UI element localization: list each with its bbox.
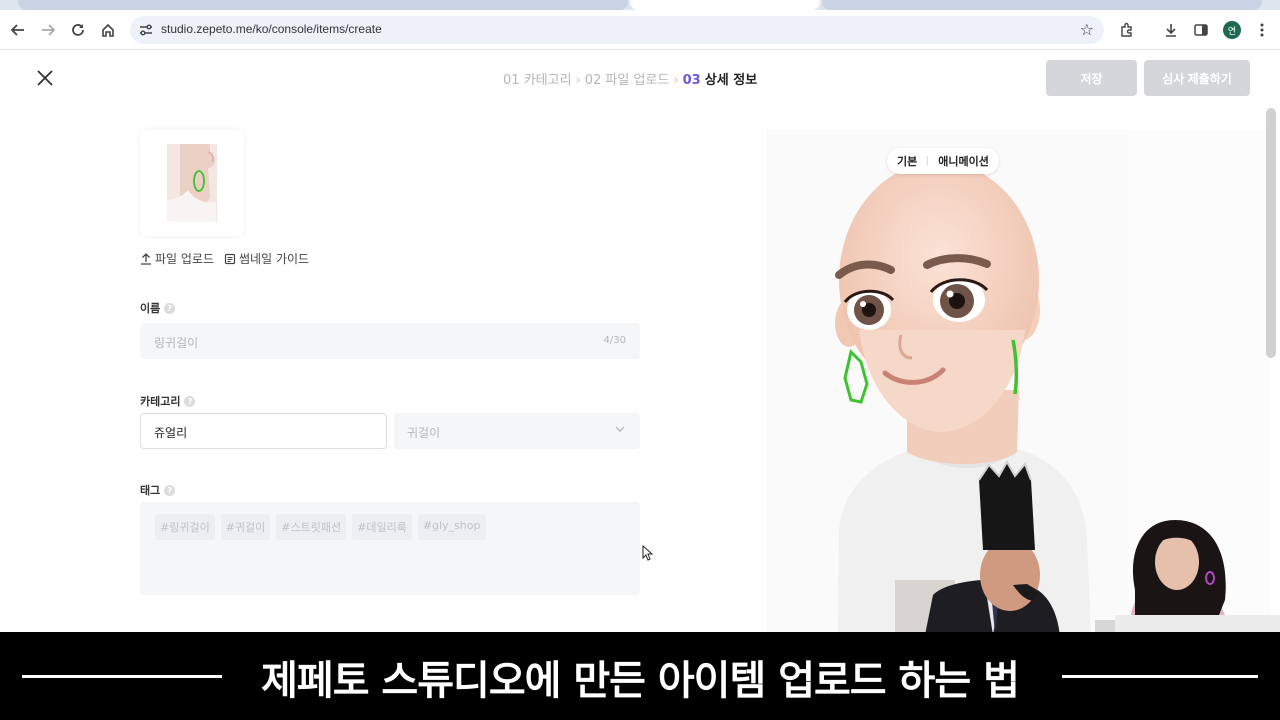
document-icon xyxy=(224,253,236,264)
mode-basic-tab[interactable]: 기본 xyxy=(897,153,917,169)
subcategory-select[interactable]: 귀걸이 xyxy=(394,413,640,449)
mouse-cursor-icon xyxy=(642,545,654,561)
site-settings-icon[interactable] xyxy=(138,22,154,38)
thumbnail-actions: 파일 업로드 썸네일 가이드 xyxy=(140,250,309,267)
name-label: 이름? xyxy=(140,300,176,316)
step-2[interactable]: 02 파일 업로드 xyxy=(585,73,670,88)
download-icon[interactable] xyxy=(1159,18,1183,42)
step-3-current: 03 상세 정보 xyxy=(682,73,758,88)
address-bar[interactable]: studio.zepeto.me/ko/console/items/create… xyxy=(130,16,1104,44)
help-icon[interactable]: ? xyxy=(164,484,176,496)
name-char-counter: 4/30 xyxy=(603,335,626,346)
tag-chip[interactable]: #데일리룩 xyxy=(352,514,412,540)
name-input[interactable]: 링귀걸이 4/30 xyxy=(140,323,640,359)
upload-icon xyxy=(141,252,151,265)
help-icon[interactable]: ? xyxy=(184,395,196,407)
thumbnail-guide-link[interactable]: 썸네일 가이드 xyxy=(224,250,309,267)
browser-chrome: studio.zepeto.me/ko/console/items/create… xyxy=(0,0,1280,50)
browser-tab[interactable] xyxy=(822,0,1262,10)
step-1[interactable]: 01 카테고리 xyxy=(503,73,572,88)
url-text[interactable]: studio.zepeto.me/ko/console/items/create xyxy=(161,22,382,36)
browser-tab-active[interactable] xyxy=(630,0,820,10)
preview-mode-toggle[interactable]: 기본 애니메이션 xyxy=(887,148,999,174)
tag-chip[interactable]: #스트릿패션 xyxy=(276,514,347,540)
item-create-page: 01 카테고리 › 02 파일 업로드 › 03 상세 정보 저장 심사 제출하기 파일… xyxy=(0,50,1280,720)
mode-animation-tab[interactable]: 애니메이션 xyxy=(938,153,989,169)
category-label: 카테고리? xyxy=(140,393,196,409)
close-icon[interactable] xyxy=(34,67,56,89)
bookmark-star-icon[interactable]: ☆ xyxy=(1080,20,1094,39)
nav-bar: studio.zepeto.me/ko/console/items/create… xyxy=(0,10,1280,50)
browser-tab[interactable] xyxy=(18,0,628,10)
browser-menu-icon[interactable] xyxy=(1250,18,1274,42)
name-input-placeholder: 링귀걸이 xyxy=(154,336,199,350)
tag-chip[interactable]: #귀걸이 xyxy=(220,514,271,540)
back-icon[interactable] xyxy=(6,18,30,42)
side-panel-icon[interactable] xyxy=(1189,18,1213,42)
extensions-icon[interactable] xyxy=(1115,18,1139,42)
category-select[interactable]: 쥬얼리 xyxy=(140,413,387,449)
save-button[interactable]: 저장 xyxy=(1046,60,1137,96)
webcam-overlay-image xyxy=(895,459,1280,635)
item-thumbnail[interactable] xyxy=(140,130,244,236)
chevron-right-icon: › xyxy=(575,73,581,88)
chevron-right-icon: › xyxy=(673,73,679,88)
submit-review-button[interactable]: 심사 제출하기 xyxy=(1144,60,1250,96)
video-caption-bar: 제페토 스튜디오에 만든 아이템 업로드 하는 법 xyxy=(0,632,1280,720)
earring-thumbnail-image xyxy=(167,144,217,222)
chevron-down-icon xyxy=(615,426,625,432)
video-caption-text: 제페토 스튜디오에 만든 아이템 업로드 하는 법 xyxy=(0,648,1280,706)
home-icon[interactable] xyxy=(96,18,120,42)
tag-label: 태그? xyxy=(140,482,176,498)
file-upload-link[interactable]: 파일 업로드 xyxy=(140,250,214,267)
reload-icon[interactable] xyxy=(66,18,90,42)
tag-chip[interactable]: #gly_shop xyxy=(417,514,486,540)
profile-avatar[interactable]: 연 xyxy=(1223,21,1241,39)
tag-chip-list: #링귀걸이 #귀걸이 #스트릿패션 #데일리룩 #gly_shop xyxy=(155,514,486,540)
forward-icon[interactable] xyxy=(36,18,60,42)
step-breadcrumb: 01 카테고리 › 02 파일 업로드 › 03 상세 정보 xyxy=(503,69,757,88)
tag-input[interactable]: #링귀걸이 #귀걸이 #스트릿패션 #데일리룩 #gly_shop xyxy=(140,502,640,595)
tab-strip xyxy=(0,0,1280,10)
tag-chip[interactable]: #링귀걸이 xyxy=(155,514,215,540)
divider xyxy=(927,156,929,166)
page-scrollbar[interactable] xyxy=(1266,108,1276,358)
help-icon[interactable]: ? xyxy=(164,302,176,314)
